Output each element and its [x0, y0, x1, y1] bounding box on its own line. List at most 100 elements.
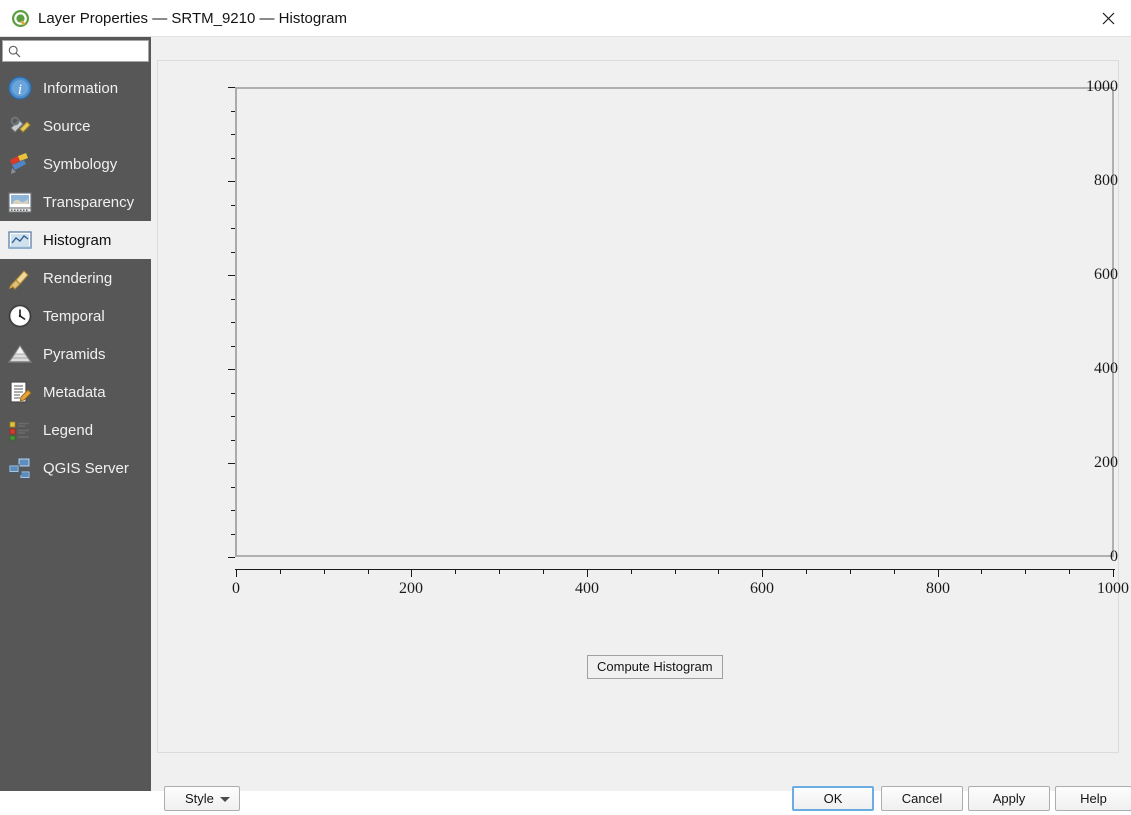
x-tick-label: 400 [575, 580, 599, 597]
x-tick-label: 200 [399, 580, 423, 597]
x-tick-label: 800 [926, 580, 950, 597]
sidebar-item-temporal[interactable]: Temporal [0, 297, 151, 335]
sidebar-item-label: Histogram [43, 231, 112, 249]
sidebar-item-label: Metadata [43, 383, 106, 401]
metadata-icon [7, 379, 33, 405]
y-tick-minor [231, 252, 235, 253]
cancel-button[interactable]: Cancel [881, 786, 963, 811]
ok-button[interactable]: OK [792, 786, 874, 811]
sidebar-item-legend[interactable]: Legend [0, 411, 151, 449]
x-tick-minor [981, 570, 982, 574]
symbology-icon [7, 151, 33, 177]
y-tick-minor [231, 299, 235, 300]
x-tick-minor [675, 570, 676, 574]
sidebar-item-pyramids[interactable]: Pyramids [0, 335, 151, 373]
sidebar-item-label: Symbology [43, 155, 118, 173]
histogram-icon [7, 227, 33, 253]
y-tick-major [228, 87, 235, 88]
search-icon [8, 45, 21, 58]
information-icon: i [7, 75, 33, 101]
sidebar: i Information Source Symbology Transparency H… [0, 37, 151, 791]
y-tick-minor [231, 416, 235, 417]
sidebar-item-information[interactable]: i Information [0, 69, 151, 107]
sidebar-item-label: Temporal [43, 307, 105, 325]
chevron-down-icon [220, 797, 230, 802]
rendering-icon [7, 265, 33, 291]
sidebar-item-transparency[interactable]: Transparency [0, 183, 151, 221]
x-tick-major [1113, 570, 1114, 577]
y-tick-label: 200 [1094, 454, 1118, 471]
qgis-server-icon [7, 455, 33, 481]
y-tick-major [228, 463, 235, 464]
style-button[interactable]: Style [164, 786, 240, 811]
style-button-label: Style [185, 791, 214, 806]
x-tick-label: 1000 [1097, 580, 1129, 597]
sidebar-item-label: Rendering [43, 269, 113, 287]
x-tick-major [587, 570, 588, 577]
sidebar-item-symbology[interactable]: Symbology [0, 145, 151, 183]
dialog-button-bar: Style OK Cancel Apply Help [158, 783, 1131, 815]
x-tick-minor [1025, 570, 1026, 574]
y-tick-label: 600 [1094, 266, 1118, 283]
pyramids-icon [7, 341, 33, 367]
sidebar-item-histogram[interactable]: Histogram [0, 221, 151, 259]
y-tick-minor [231, 393, 235, 394]
x-tick-minor [368, 570, 369, 574]
sidebar-item-label: Information [43, 79, 119, 97]
y-tick-major [228, 369, 235, 370]
histogram-plot: 0 200 400 600 800 1000 0 200 400 600 800 1000 [158, 61, 1129, 621]
y-tick-major [228, 557, 235, 558]
y-tick-minor [231, 346, 235, 347]
x-tick-major [938, 570, 939, 577]
qgis-logo-icon [11, 9, 30, 28]
x-tick-major [411, 570, 412, 577]
transparency-icon [7, 189, 33, 215]
y-tick-major [228, 275, 235, 276]
sidebar-item-label: Legend [43, 421, 94, 439]
y-tick-minor [231, 510, 235, 511]
x-tick-major [236, 570, 237, 577]
y-tick-label: 1000 [1086, 78, 1118, 95]
sidebar-item-label: QGIS Server [43, 459, 129, 477]
x-tick-minor [280, 570, 281, 574]
close-icon[interactable] [1085, 0, 1131, 36]
sidebar-item-source[interactable]: Source [0, 107, 151, 145]
x-tick-minor [718, 570, 719, 574]
y-tick-minor [231, 534, 235, 535]
help-button[interactable]: Help [1055, 786, 1131, 811]
y-axis-line [235, 87, 237, 557]
svg-text:i: i [18, 82, 22, 98]
sidebar-item-qgis-server[interactable]: QGIS Server [0, 449, 151, 487]
x-tick-label: 600 [750, 580, 774, 597]
sidebar-item-rendering[interactable]: Rendering [0, 259, 151, 297]
y-tick-major [228, 181, 235, 182]
y-tick-minor [231, 440, 235, 441]
x-tick-label: 0 [232, 580, 240, 597]
compute-histogram-button[interactable]: Compute Histogram [587, 655, 723, 679]
plot-frame [235, 87, 1114, 557]
y-tick-minor [231, 487, 235, 488]
y-tick-minor [231, 228, 235, 229]
sidebar-item-metadata[interactable]: Metadata [0, 373, 151, 411]
window-titlebar: Layer Properties — SRTM_9210 — Histogram [0, 0, 1131, 37]
y-tick-minor [231, 111, 235, 112]
sidebar-nav-list: i Information Source Symbology Transparency H… [0, 69, 151, 487]
sidebar-item-label: Pyramids [43, 345, 106, 363]
histogram-panel: 0 200 400 600 800 1000 0 200 400 600 800 1000 Comp… [157, 60, 1131, 811]
y-tick-minor [231, 322, 235, 323]
apply-button[interactable]: Apply [968, 786, 1050, 811]
x-tick-minor [1069, 570, 1070, 574]
search-input[interactable] [25, 43, 145, 60]
y-tick-label: 400 [1094, 360, 1118, 377]
sidebar-item-label: Transparency [43, 193, 135, 211]
x-tick-minor [499, 570, 500, 574]
x-tick-minor [850, 570, 851, 574]
legend-icon [7, 417, 33, 443]
x-tick-minor [806, 570, 807, 574]
x-tick-major [762, 570, 763, 577]
x-tick-minor [324, 570, 325, 574]
y-tick-minor [231, 205, 235, 206]
temporal-icon [7, 303, 33, 329]
search-box[interactable] [2, 40, 149, 62]
y-tick-label: 800 [1094, 172, 1118, 189]
